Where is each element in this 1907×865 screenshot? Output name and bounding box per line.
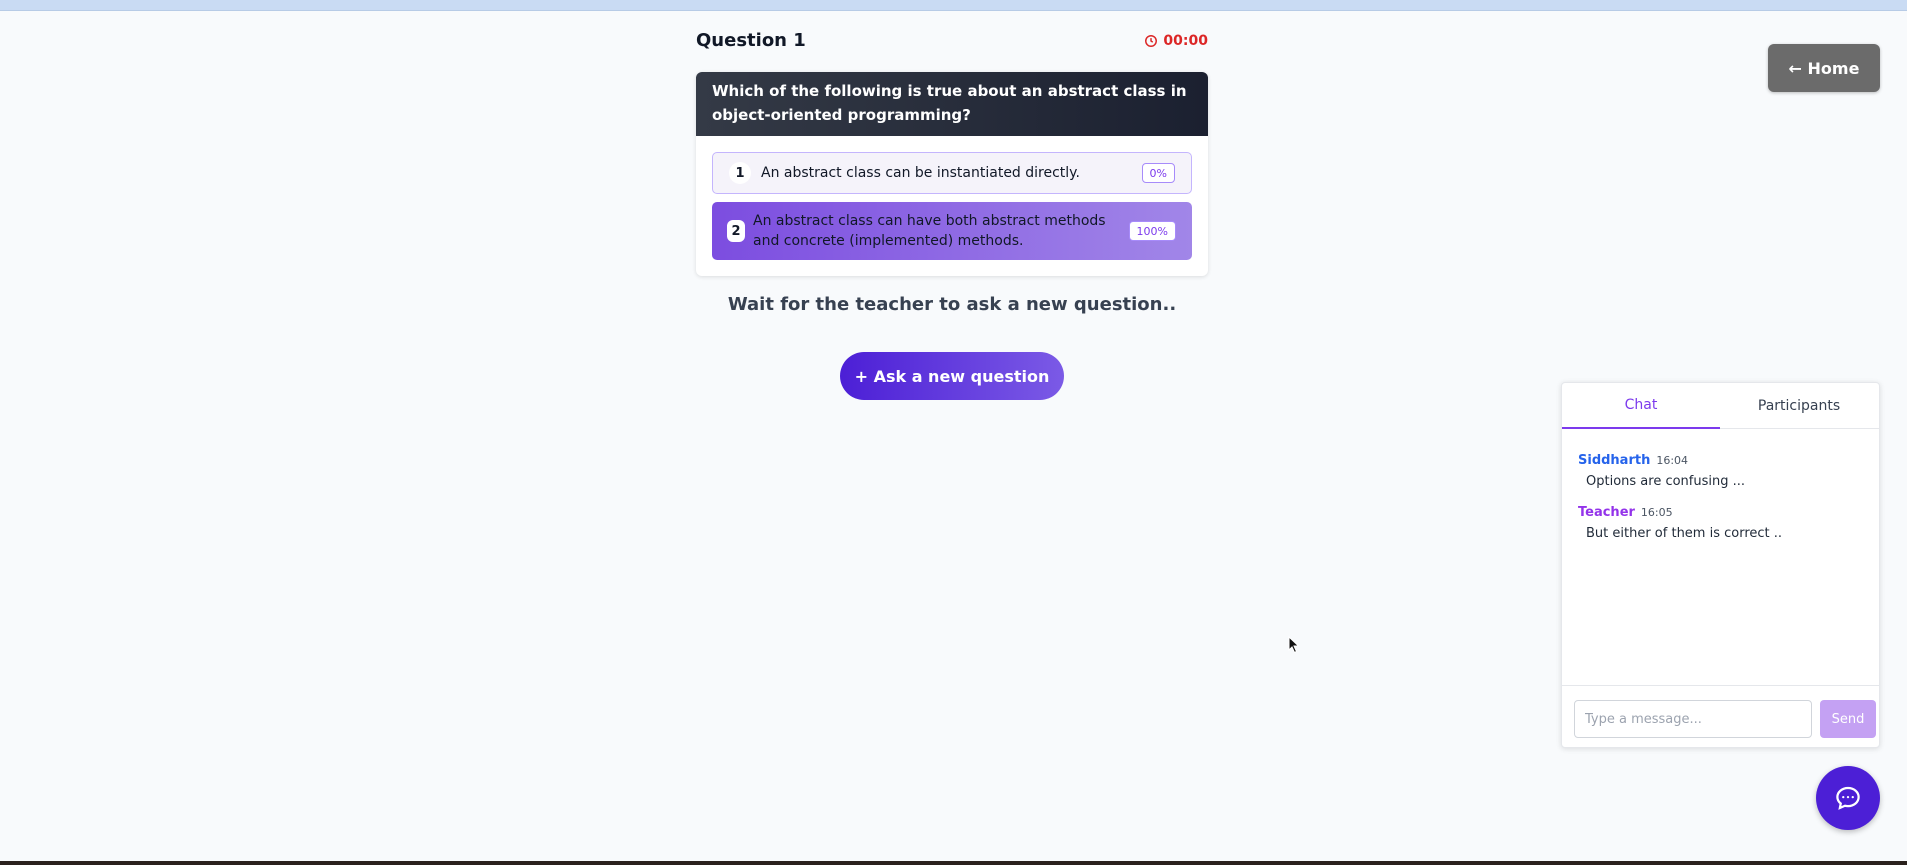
option-number: 2 (727, 220, 745, 242)
chat-panel: Chat Participants Siddharth 16:04 Options… (1561, 382, 1880, 748)
option-2[interactable]: 2 An abstract class can have both abstra… (712, 202, 1192, 260)
message-input[interactable] (1574, 700, 1812, 738)
divider (1562, 685, 1879, 686)
wait-message: Wait for the teacher to ask a new questi… (727, 294, 1177, 315)
message-text: Options are confusing ... (1586, 474, 1746, 489)
tab-chat[interactable]: Chat (1562, 383, 1720, 429)
chat-toggle-button[interactable] (1816, 766, 1880, 830)
mouse-cursor-icon (1288, 636, 1300, 654)
message-time: 16:05 (1640, 506, 1673, 519)
option-1[interactable]: 1 An abstract class can be instantiated … (712, 152, 1192, 194)
option-text: An abstract class can have both abstract… (753, 213, 1106, 249)
home-button[interactable]: ← Home (1768, 44, 1880, 92)
option-number: 1 (729, 162, 751, 184)
question-card: Which of the following is true about an … (696, 72, 1208, 276)
question-text: Which of the following is true about an … (696, 72, 1208, 136)
timer-value: 00:00 (1163, 33, 1208, 49)
option-text: An abstract class can be instantiated di… (761, 165, 1080, 181)
chat-tabs: Chat Participants (1562, 383, 1879, 429)
message-text: But either of them is correct .. (1586, 526, 1783, 541)
message-author: Teacher (1578, 505, 1635, 520)
message-author: Siddharth (1578, 453, 1651, 468)
tab-participants[interactable]: Participants (1720, 383, 1878, 429)
question-title: Question 1 (696, 30, 806, 51)
ask-new-question-button[interactable]: + Ask a new question (840, 352, 1064, 400)
option-percent-badge: 0% (1141, 163, 1175, 183)
chat-message: Siddharth 16:04 Options are confusing ... (1578, 449, 1745, 489)
bottom-bar (0, 861, 1907, 865)
chat-message: Teacher 16:05 But either of them is corre… (1578, 501, 1782, 541)
message-time: 16:04 (1656, 454, 1689, 467)
timer: 00:00 (1144, 33, 1208, 49)
browser-top-bar (0, 0, 1907, 11)
clock-icon (1145, 35, 1158, 47)
option-percent-badge: 100% (1128, 221, 1176, 241)
chat-bubble-icon (1836, 786, 1860, 810)
question-header: Question 1 00:00 (696, 30, 1208, 54)
send-button[interactable]: Send (1820, 700, 1876, 738)
